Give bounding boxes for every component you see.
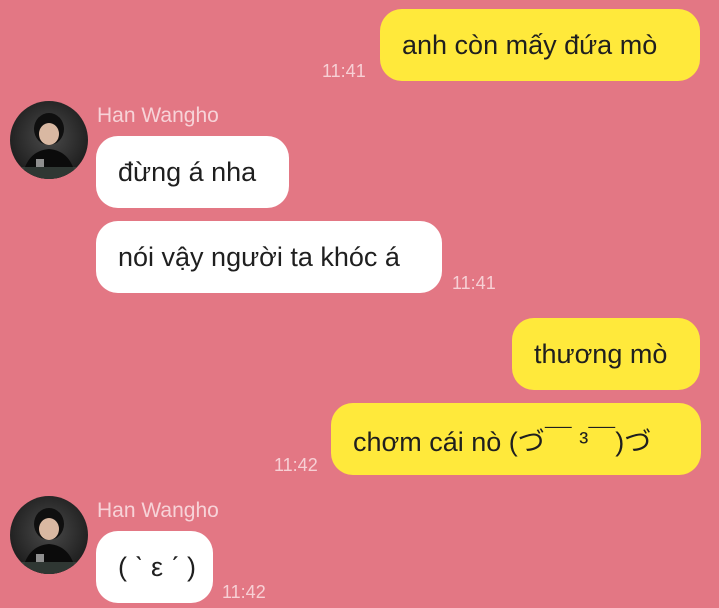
message-text: đừng á nha: [118, 156, 257, 187]
message-text: anh còn mấy đứa mò: [402, 29, 658, 60]
message-timestamp: 11:42: [274, 455, 318, 475]
message-timestamp: 11:42: [222, 582, 266, 602]
message-text: chơm cái nò (づ￣ ³￣)づ: [353, 426, 652, 457]
outgoing-message-bubble[interactable]: anh còn mấy đứa mò: [380, 9, 700, 81]
sender-name: Han Wangho: [97, 499, 219, 522]
avatar[interactable]: [10, 496, 88, 574]
incoming-message-bubble[interactable]: nói vậy người ta khóc á: [96, 221, 442, 293]
message-text: ( ˋ ε ˊ ): [118, 551, 197, 582]
incoming-message-bubble[interactable]: đừng á nha: [96, 136, 289, 208]
avatar-photo-icon: [10, 496, 88, 574]
outgoing-message-bubble[interactable]: chơm cái nò (づ￣ ³￣)づ: [331, 403, 701, 475]
message-timestamp: 11:41: [452, 273, 496, 293]
avatar[interactable]: [10, 101, 88, 179]
outgoing-message-bubble[interactable]: thương mò: [512, 318, 700, 390]
message-timestamp: 11:41: [322, 61, 366, 81]
sender-name: Han Wangho: [97, 104, 219, 127]
message-text: thương mò: [534, 338, 668, 369]
avatar-photo-icon: [10, 101, 88, 179]
incoming-message-bubble[interactable]: ( ˋ ε ˊ ): [96, 531, 213, 603]
message-text: nói vậy người ta khóc á: [118, 241, 400, 272]
